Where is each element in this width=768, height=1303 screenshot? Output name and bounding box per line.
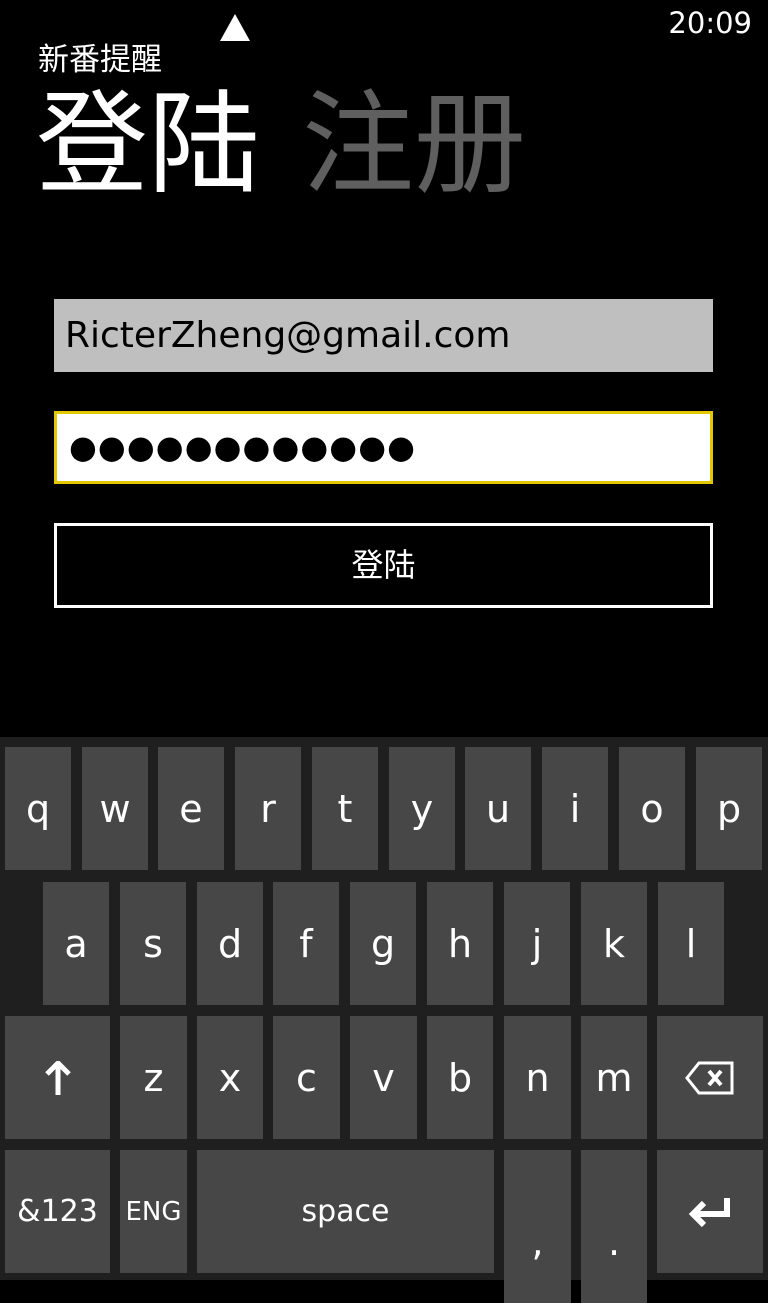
key-e[interactable]: e (158, 747, 224, 870)
key-b[interactable]: b (427, 1016, 493, 1139)
shift-key[interactable] (5, 1016, 110, 1139)
pivot-login[interactable]: 登陆 (36, 83, 260, 207)
key-g[interactable]: g (350, 882, 416, 1005)
status-time: 20:09 (668, 6, 752, 40)
notification-arrow-icon (220, 14, 250, 41)
key-h[interactable]: h (427, 882, 493, 1005)
key-j[interactable]: j (504, 882, 570, 1005)
key-d[interactable]: d (197, 882, 263, 1005)
key-language[interactable]: ENG (120, 1150, 187, 1273)
key-s[interactable]: s (120, 882, 186, 1005)
key-x[interactable]: x (197, 1016, 263, 1139)
key-m[interactable]: m (581, 1016, 647, 1139)
shift-icon (44, 1060, 72, 1095)
key-u[interactable]: u (465, 747, 531, 870)
backspace-icon (685, 1061, 735, 1095)
key-t[interactable]: t (312, 747, 378, 870)
login-button[interactable]: 登陆 (54, 523, 713, 608)
enter-key[interactable] (657, 1150, 763, 1273)
email-input[interactable]: RicterZheng@gmail.com (54, 299, 713, 372)
key-n[interactable]: n (504, 1016, 571, 1139)
key-o[interactable]: o (619, 747, 685, 870)
key-r[interactable]: r (235, 747, 301, 870)
key-c[interactable]: c (273, 1016, 340, 1139)
key-comma[interactable]: , (504, 1150, 571, 1303)
key-f[interactable]: f (273, 882, 339, 1005)
pivot-register[interactable]: 注册 (302, 83, 526, 207)
key-p[interactable]: p (696, 747, 762, 870)
key-a[interactable]: a (43, 882, 109, 1005)
backspace-key[interactable] (657, 1016, 763, 1139)
key-i[interactable]: i (542, 747, 608, 870)
key-v[interactable]: v (350, 1016, 417, 1139)
password-input[interactable]: ●●●●●●●●●●●● (54, 411, 713, 484)
key-l[interactable]: l (658, 882, 724, 1005)
key-k[interactable]: k (581, 882, 647, 1005)
key-period[interactable]: . (581, 1150, 647, 1303)
key-z[interactable]: z (120, 1016, 187, 1139)
key-space[interactable]: space (197, 1150, 494, 1273)
app-title: 新番提醒 (38, 42, 162, 78)
key-y[interactable]: y (389, 747, 455, 870)
key-symbols[interactable]: &123 (5, 1150, 110, 1273)
key-w[interactable]: w (82, 747, 148, 870)
key-q[interactable]: q (5, 747, 71, 870)
on-screen-keyboard: q w e r t y u i o p a s d f g h j k l z x c v b n m &123 ENG space,. (0, 737, 768, 1303)
enter-icon (688, 1196, 732, 1228)
